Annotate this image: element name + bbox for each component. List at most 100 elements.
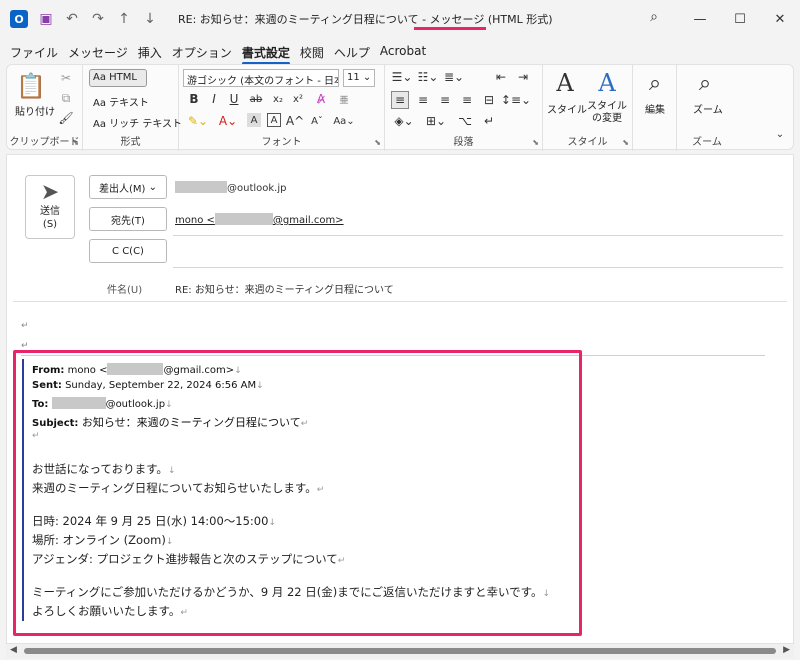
title-highlight <box>414 27 486 30</box>
window-title: RE: お知らせ：来週のミーティング日程について - メッセージ (HTML 形… <box>178 11 553 27</box>
to-field-line[interactable] <box>173 235 783 236</box>
paragraph-launcher-icon[interactable]: ⬊ <box>532 138 539 147</box>
zoom-icon[interactable]: ⌕ <box>691 69 719 97</box>
arrow-down-icon[interactable]: ↓ <box>142 11 158 27</box>
superscript-icon[interactable]: x² <box>291 91 305 107</box>
tab-insert[interactable]: 挿入 <box>138 40 162 64</box>
tab-message[interactable]: メッセージ <box>68 40 128 64</box>
strikethrough-icon[interactable]: ab <box>247 91 265 107</box>
bold-icon[interactable]: B <box>187 91 201 107</box>
font-size-select[interactable]: 11 ⌄ <box>343 69 375 87</box>
char-border-icon[interactable]: A <box>267 113 281 127</box>
zoom-button[interactable]: ズーム <box>693 101 723 116</box>
distributed-icon[interactable]: ⊟ <box>481 91 497 109</box>
quoted-subject-line: Subject: お知らせ：来週のミーティング日程について↵ <box>32 414 308 430</box>
quoted-subject-label: Subject: <box>32 418 79 429</box>
request-text: ミーティングにご参加いただけるかどうか、9 月 22 日(金)までにご返信いただ… <box>32 585 543 599</box>
line-break-icon: ↓ <box>167 466 176 476</box>
tab-review[interactable]: 校閲 <box>300 40 324 64</box>
line-break-icon: ↓ <box>256 381 264 391</box>
window-title-format: (HTML 形式) <box>487 13 553 26</box>
style-launcher-icon[interactable]: ⬊ <box>622 138 629 147</box>
bullets-icon[interactable]: ☰⌄ <box>391 69 413 85</box>
scrollbar-thumb[interactable] <box>24 648 776 654</box>
redacted-block <box>214 213 273 225</box>
cut-icon[interactable]: ✂ <box>59 71 73 85</box>
format-text-button[interactable]: Aa テキスト <box>93 94 149 109</box>
justify-icon[interactable]: ≡ <box>459 91 475 109</box>
collapse-ribbon-icon[interactable]: ⌄ <box>773 127 787 141</box>
from-button[interactable]: 差出人(M) ⌄ <box>89 175 167 199</box>
undo-icon[interactable]: ↶ <box>64 11 80 27</box>
subscript-icon[interactable]: x₂ <box>271 91 285 107</box>
font-family-select[interactable]: 游ゴシック (本文のフォント - 日本語 <box>183 69 339 87</box>
scroll-left-icon[interactable]: ◀ <box>10 645 17 655</box>
arrow-up-icon[interactable]: ↑ <box>116 11 132 27</box>
line-spacing-icon[interactable]: ↕≡⌄ <box>501 91 531 109</box>
format-html-button[interactable]: Aa HTML <box>93 72 137 83</box>
to-button[interactable]: 宛先(T) <box>89 207 167 231</box>
editing-search-icon[interactable]: ⌕ <box>641 69 669 97</box>
numbering-icon[interactable]: ☷⌄ <box>417 69 439 85</box>
clear-format-icon[interactable]: A̷ <box>313 91 329 107</box>
font-size-value: 11 <box>347 72 360 83</box>
save-icon[interactable]: ▣ <box>38 11 54 27</box>
italic-icon[interactable]: I <box>207 91 221 107</box>
borders-icon[interactable]: ⊞⌄ <box>425 113 447 129</box>
paragraph-mark-icon[interactable]: ↵ <box>481 113 497 129</box>
to-prefix: mono < <box>175 215 215 226</box>
cc-button[interactable]: C C(C) <box>89 239 167 263</box>
search-icon[interactable]: ⌕ <box>644 9 664 29</box>
minimize-icon[interactable]: — <box>680 0 720 38</box>
change-styles-button[interactable]: スタイルの変更 <box>587 101 627 125</box>
format-painter-icon[interactable]: 🖌 <box>58 111 73 125</box>
styles-icon[interactable]: A <box>551 69 579 97</box>
maximize-icon[interactable]: ☐ <box>720 0 760 38</box>
zoom-group: ⌕ ズーム ズーム <box>677 65 737 151</box>
scroll-right-icon[interactable]: ▶ <box>783 645 790 655</box>
change-case-icon[interactable]: Aa⌄ <box>331 113 357 129</box>
increase-indent-icon[interactable]: ⇥ <box>515 69 531 85</box>
multilevel-list-icon[interactable]: ≣⌄ <box>443 69 465 85</box>
window-title-prefix: RE: お知らせ：来週のミーティング日程について - メッセージ <box>178 13 485 26</box>
subject-field[interactable]: RE: お知らせ：来週のミーティング日程について <box>175 281 394 296</box>
styles-button[interactable]: スタイル <box>547 101 587 116</box>
decrease-indent-icon[interactable]: ⇤ <box>493 69 509 85</box>
font-color-icon[interactable]: A⌄ <box>217 113 239 129</box>
close-icon[interactable]: ✕ <box>760 0 800 38</box>
align-right-icon[interactable]: ≡ <box>437 91 453 109</box>
tab-help[interactable]: ヘルプ <box>334 40 370 64</box>
grow-font-icon[interactable]: A^ <box>286 113 304 129</box>
phonetic-icon[interactable]: 亜 <box>337 91 351 107</box>
cc-field-line[interactable] <box>173 267 783 268</box>
horizontal-scrollbar[interactable]: ◀ ▶ <box>6 644 794 658</box>
format-rich-button[interactable]: Aa リッチ テキスト <box>93 115 182 130</box>
underline-icon[interactable]: U <box>227 91 241 107</box>
tab-options[interactable]: オプション <box>172 40 232 64</box>
tab-format-text[interactable]: 書式設定 <box>241 40 290 65</box>
clipboard-launcher-icon[interactable]: ⬊ <box>72 138 79 147</box>
redacted-block <box>107 363 164 375</box>
date-text: 日時: 2024 年 9 月 25 日(水) 14:00～15:00 <box>32 514 269 528</box>
header-separator <box>13 301 787 302</box>
tab-acrobat[interactable]: Acrobat <box>380 40 426 64</box>
paste-icon[interactable]: 📋 <box>16 71 46 101</box>
send-button[interactable]: ➤ 送信 (S) <box>25 175 75 239</box>
asian-layout-icon[interactable]: ⌥ <box>457 113 473 129</box>
char-shading-icon[interactable]: A <box>247 113 261 127</box>
highlight-color-icon[interactable]: ✎⌄ <box>187 113 209 129</box>
copy-icon[interactable]: ⧉ <box>59 91 73 105</box>
change-styles-icon[interactable]: A <box>593 69 621 97</box>
align-left-icon[interactable]: ≡ <box>391 91 409 109</box>
title-bar: O ▣ ↶ ↷ ↑ ↓ RE: お知らせ：来週のミーティング日程について - メ… <box>0 0 800 38</box>
paste-button[interactable]: 貼り付け <box>15 103 55 118</box>
redo-icon[interactable]: ↷ <box>90 11 106 27</box>
shading-icon[interactable]: ◈⌄ <box>393 113 415 129</box>
closing-text: よろしくお願いいたします。 <box>32 604 181 618</box>
editing-button[interactable]: 編集 <box>645 101 665 116</box>
font-launcher-icon[interactable]: ⬊ <box>374 138 381 147</box>
to-recipient[interactable]: mono < @gmail.com> <box>175 213 344 226</box>
align-center-icon[interactable]: ≡ <box>415 91 431 109</box>
tab-file[interactable]: ファイル <box>10 40 58 64</box>
shrink-font-icon[interactable]: Aˇ <box>309 113 325 129</box>
